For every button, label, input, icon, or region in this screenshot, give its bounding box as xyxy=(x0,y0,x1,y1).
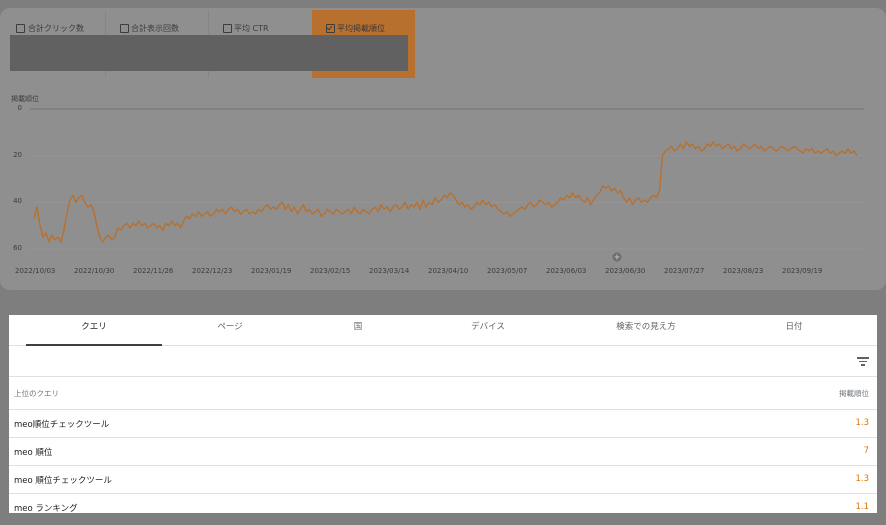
position-line-chart xyxy=(30,108,864,262)
x-tick-label: 2023/03/14 xyxy=(369,267,410,275)
x-tick-label: 2023/08/23 xyxy=(723,267,764,275)
table-header: 上位のクエリ 掲載順位 xyxy=(9,377,877,410)
x-tick-label: 2023/06/03 xyxy=(546,267,587,275)
position-value: 1.3 xyxy=(855,418,869,428)
dimension-tabs: クエリ ページ 国 デバイス 検索での見え方 日付 xyxy=(9,315,877,346)
table-row[interactable]: meo 順位 7 xyxy=(9,438,877,466)
tab-country[interactable]: 国 xyxy=(298,315,418,345)
position-value: 1.1 xyxy=(855,502,869,512)
table-row[interactable]: meo 順位チェックツール 1.3 xyxy=(9,466,877,494)
query-table-card: クエリ ページ 国 デバイス 検索での見え方 日付 上位のクエリ 掲載順位 me… xyxy=(9,315,877,513)
x-tick-label: 2022/11/26 xyxy=(133,267,174,275)
x-tick-label: 2022/10/30 xyxy=(74,267,115,275)
tab-query[interactable]: クエリ xyxy=(26,315,162,346)
column-header-position[interactable]: 掲載順位 xyxy=(839,388,869,399)
series-line-position xyxy=(33,140,858,243)
tab-search-appearance[interactable]: 検索での見え方 xyxy=(558,315,734,345)
x-tick-label: 2023/02/15 xyxy=(310,267,351,275)
position-value: 1.3 xyxy=(855,474,869,484)
tab-page[interactable]: ページ xyxy=(162,315,298,345)
query-text: meo ランキング xyxy=(14,504,78,513)
filter-bar xyxy=(9,346,877,377)
query-text: meo順位チェックツール xyxy=(14,420,110,430)
x-tick-label: 2023/06/30 xyxy=(605,267,646,275)
column-header-query[interactable]: 上位のクエリ xyxy=(14,388,59,399)
x-tick-label: 2023/05/07 xyxy=(487,267,528,275)
table-row[interactable]: meo順位チェックツール 1.3 xyxy=(9,410,877,438)
tab-device[interactable]: デバイス xyxy=(418,315,558,345)
x-tick-label: 2022/10/03 xyxy=(15,267,56,275)
x-tick-label: 2023/09/19 xyxy=(782,267,823,275)
position-value: 7 xyxy=(863,446,869,456)
tab-date[interactable]: 日付 xyxy=(734,315,854,345)
x-tick-label: 2023/04/10 xyxy=(428,267,469,275)
table-row[interactable]: meo ランキング 1.1 xyxy=(9,494,877,513)
filter-icon[interactable] xyxy=(857,355,869,367)
x-tick-label: 2023/07/27 xyxy=(664,267,705,275)
x-tick-label: 2023/01/19 xyxy=(251,267,292,275)
query-text: meo 順位 xyxy=(14,448,53,458)
query-text: meo 順位チェックツール xyxy=(14,476,112,486)
x-tick-label: 2022/12/23 xyxy=(192,267,233,275)
